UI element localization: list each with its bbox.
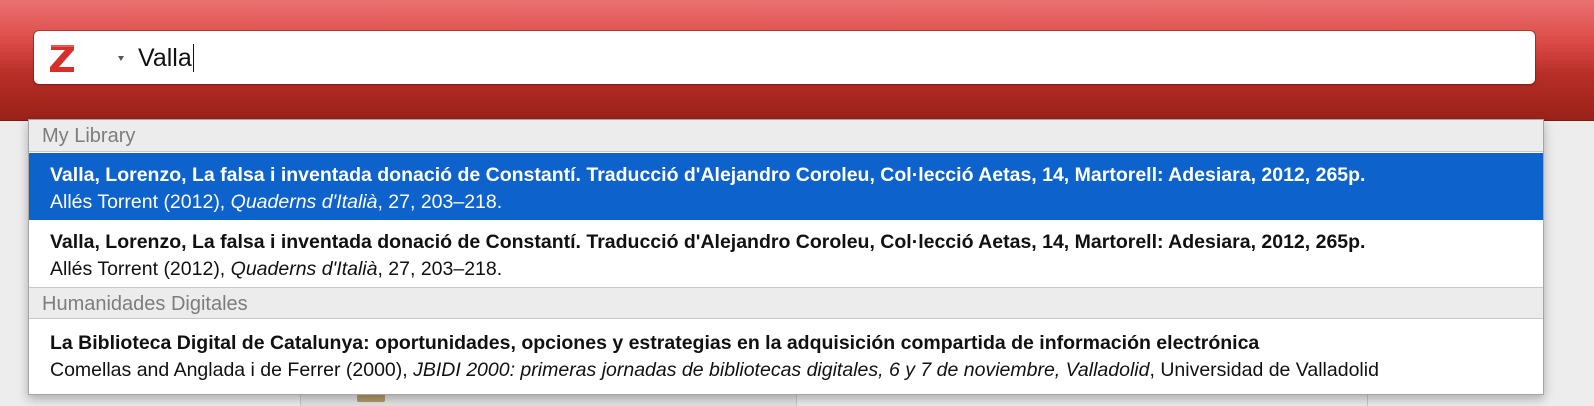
result-meta-publication: Quaderns d'Italià	[230, 191, 378, 213]
result-item[interactable]: Valla, Lorenzo, La falsa i inventada don…	[29, 220, 1543, 287]
quick-format-toolbar: Valla	[0, 0, 1594, 121]
result-title: Valla, Lorenzo, La falsa i inventada don…	[50, 164, 1366, 186]
result-meta-details: , 27, 203–218.	[377, 258, 503, 280]
result-meta: Allés Torrent (2012), Quaderns d'Italià,…	[50, 189, 1530, 215]
result-item[interactable]: Valla, Lorenzo, La falsa i inventada don…	[29, 153, 1543, 220]
result-meta: Allés Torrent (2012), Quaderns d'Italià,…	[50, 256, 1530, 282]
search-input-value: Valla	[138, 44, 192, 72]
search-input[interactable]: Valla	[138, 43, 195, 73]
result-meta-details: , Universidad de Valladolid	[1149, 359, 1379, 381]
zotero-logo-icon[interactable]	[49, 42, 76, 74]
result-meta-details: , 27, 203–218.	[377, 191, 503, 213]
result-meta-authors: Comellas and Anglada i de Ferrer (2000),	[50, 359, 414, 381]
app-window: Valla My Library Valla, Lorenzo, La fals…	[0, 0, 1594, 406]
result-meta-publication: JBIDI 2000: primeras jornadas de bibliot…	[413, 359, 1150, 381]
chevron-down-icon[interactable]	[118, 56, 124, 61]
text-cursor	[192, 44, 195, 72]
group-header-humanidades-digitales: Humanidades Digitales	[29, 287, 1543, 319]
result-meta: Comellas and Anglada i de Ferrer (2000),…	[50, 357, 1530, 383]
result-meta-authors: Allés Torrent (2012),	[50, 191, 231, 213]
result-item[interactable]: La Biblioteca Digital de Catalunya: opor…	[29, 321, 1543, 388]
result-title: La Biblioteca Digital de Catalunya: opor…	[50, 332, 1260, 354]
result-meta-publication: Quaderns d'Italià	[230, 258, 378, 280]
autocomplete-dropdown: My Library Valla, Lorenzo, La falsa i in…	[28, 119, 1544, 395]
result-title: Valla, Lorenzo, La falsa i inventada don…	[50, 231, 1366, 253]
group-header-my-library: My Library	[29, 120, 1543, 152]
quick-format-search-box[interactable]: Valla	[34, 31, 1535, 84]
result-meta-authors: Allés Torrent (2012),	[50, 258, 231, 280]
